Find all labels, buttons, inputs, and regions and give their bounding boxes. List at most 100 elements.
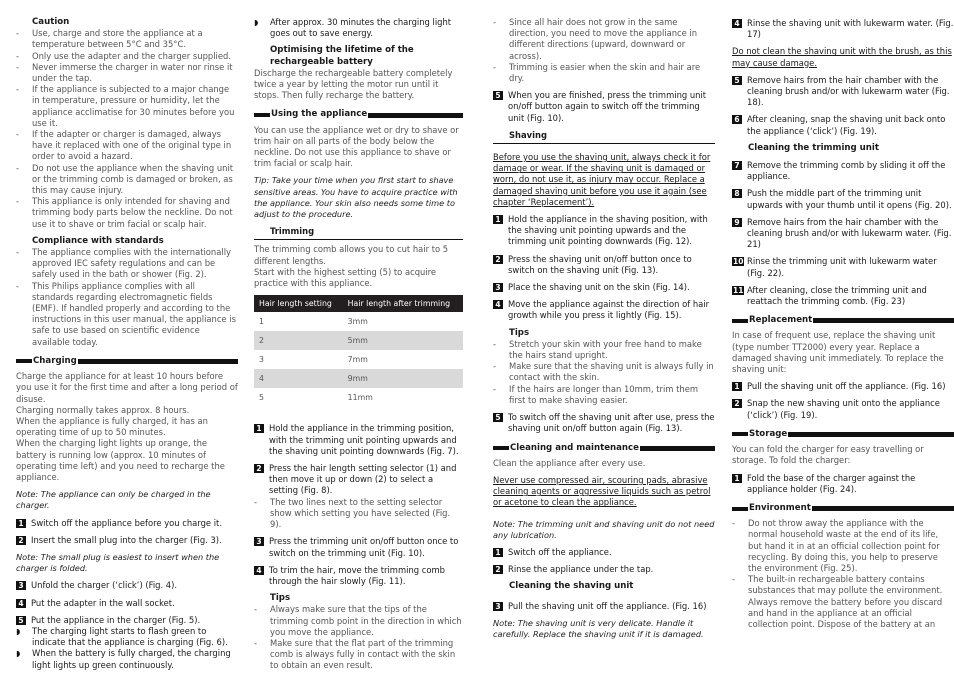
step-item: 1 Switch off the appliance before you cha… bbox=[16, 518, 238, 529]
step-number: 3 bbox=[254, 537, 264, 547]
result-item: When the battery is fully charged, the c… bbox=[16, 648, 238, 670]
result-item: The charging light starts to flash green… bbox=[16, 626, 238, 648]
caution-list: Use, charge and store the appliance at a… bbox=[16, 28, 238, 230]
step-text: Rinse the shaving unit with lukewarm wat… bbox=[747, 18, 954, 40]
step-item: 10 Rinse the trimming unit with lukewarm … bbox=[732, 256, 954, 278]
compliance-list: The appliance complies with the internat… bbox=[16, 247, 238, 348]
step-item: 5 Remove hairs from the hair chamber with… bbox=[732, 75, 954, 109]
environment-section-heading: Environment bbox=[732, 503, 954, 514]
heading-bar-left bbox=[16, 359, 32, 364]
step-number: 4 bbox=[16, 598, 26, 608]
delicate-note: Note: The shaving unit is very delicate.… bbox=[493, 617, 704, 639]
heading-bar-right bbox=[813, 318, 954, 324]
step-text: Pull the shaving unit off the appliance.… bbox=[747, 381, 946, 392]
brush-warning: Do not clean the shaving unit with the b… bbox=[732, 46, 952, 68]
storage-title: Storage bbox=[749, 428, 788, 439]
list-item: The two lines next to the setting select… bbox=[254, 497, 463, 531]
step-item: 3 Pull the shaving unit off the appliance… bbox=[493, 601, 715, 612]
step-item: 3 Unfold the charger (‘click’) (Fig. 4). bbox=[16, 580, 238, 591]
step-number: 7 bbox=[732, 161, 742, 171]
step-number: 4 bbox=[493, 300, 503, 310]
step-text: Press the shaving unit on/off button onc… bbox=[508, 253, 692, 275]
step-item: 2 Press the hair length setting selector … bbox=[254, 463, 463, 497]
step-item: 5 To switch off the shaving unit after us… bbox=[493, 412, 715, 434]
step-item: 6 After cleaning, snap the shaving unit b… bbox=[732, 114, 954, 136]
list-item: If the adapter or charger is damaged, al… bbox=[16, 129, 238, 163]
step-text: After cleaning, snap the shaving unit ba… bbox=[747, 114, 946, 136]
table-cell: 1 bbox=[259, 317, 264, 327]
step-text: Move the appliance against the direction… bbox=[508, 299, 710, 321]
list-item: Trimming is easier when the skin and hai… bbox=[493, 62, 715, 84]
step-text: After cleaning, close the trimming unit … bbox=[747, 284, 927, 307]
tips-heading: Tips bbox=[270, 593, 291, 604]
table-header: Hair length setting bbox=[254, 295, 343, 313]
step-item: 7 Remove the trimming comb by sliding it … bbox=[732, 160, 954, 182]
list-item: This Philips appliance complies with all… bbox=[16, 281, 238, 348]
charging-title: Charging bbox=[33, 355, 77, 366]
table-row: 5 11mm bbox=[254, 388, 463, 407]
table-cell: 3mm bbox=[347, 317, 368, 327]
step-item: 4 Rinse the shaving unit with lukewarm wa… bbox=[732, 18, 954, 40]
heading-bar-left bbox=[732, 318, 748, 323]
table-row: 1 3mm bbox=[254, 312, 463, 331]
step-text: Remove hairs from the hair chamber with … bbox=[747, 74, 950, 108]
heading-bar-left bbox=[254, 113, 270, 118]
list-item: Make sure that the shaving unit is alway… bbox=[493, 361, 715, 383]
clean-shaving-heading: Cleaning the shaving unit bbox=[509, 581, 634, 592]
replacement-title: Replacement bbox=[749, 315, 813, 326]
step-number: 5 bbox=[493, 91, 503, 101]
step-item: 1 Switch off the appliance. bbox=[493, 547, 715, 558]
environment-title: Environment bbox=[749, 502, 811, 513]
paragraph: When the appliance is fully charged, it … bbox=[16, 415, 208, 438]
heading-bar-right bbox=[368, 112, 463, 118]
table-cell: 7mm bbox=[347, 355, 368, 365]
heading-bar-left bbox=[493, 446, 509, 451]
step-number: 3 bbox=[493, 601, 503, 611]
tips-heading: Tips bbox=[509, 327, 530, 338]
tip-note: Tip: Take your time when you first start… bbox=[254, 175, 458, 220]
table-cell: 4 bbox=[254, 369, 343, 389]
step-text: Rinse the appliance under the tap. bbox=[508, 564, 654, 575]
step-item: 4 Put the adapter in the wall socket. bbox=[16, 598, 238, 609]
step-text: Put the adapter in the wall socket. bbox=[31, 597, 175, 608]
step-text: Fold the base of the charger against the… bbox=[747, 472, 916, 494]
list-item: The built-in rechargeable battery contai… bbox=[732, 574, 954, 630]
step-item: 1 Fold the base of the charger against th… bbox=[732, 473, 954, 495]
step-text: Press the hair length setting selector (… bbox=[269, 463, 457, 496]
optimise-heading: Optimising the lifetime of the rechargea… bbox=[270, 45, 414, 67]
paragraph: You can use the appliance wet or dry to … bbox=[254, 124, 459, 169]
paragraph: Charge the appliance for at least 10 hou… bbox=[16, 371, 238, 404]
charging-section-heading: Charging bbox=[16, 356, 238, 367]
step-item: 9 Remove hairs from the hair chamber with… bbox=[732, 217, 954, 251]
step-number: 1 bbox=[732, 473, 742, 483]
heading-bar-right bbox=[639, 445, 715, 451]
list-item: Stretch your skin with your free hand to… bbox=[493, 339, 715, 361]
clean-trimming-heading: Cleaning the trimming unit bbox=[748, 142, 879, 153]
step-item: 5 When you are finished, press the trimmi… bbox=[493, 90, 715, 124]
column-4: 4 Rinse the shaving unit with lukewarm wa… bbox=[732, 12, 954, 630]
heading-bar-right bbox=[788, 431, 954, 437]
list-item: The appliance complies with the internat… bbox=[16, 247, 238, 281]
column-1: Caution Use, charge and store the applia… bbox=[16, 17, 238, 671]
step-item: 3 Place the shaving unit on the skin (Fig… bbox=[493, 282, 715, 293]
step-text: To trim the hair, move the trimming comb… bbox=[269, 564, 445, 586]
heading-bar-right bbox=[811, 506, 954, 511]
step-item: 2 Rinse the appliance under the tap. bbox=[493, 564, 715, 575]
step-item: 4 To trim the hair, move the trimming com… bbox=[254, 565, 463, 587]
table-header-row: Hair length setting Hair length after tr… bbox=[254, 295, 463, 313]
step-text: When you are finished, press the trimmin… bbox=[508, 90, 707, 123]
table-header: Hair length after trimming bbox=[342, 295, 463, 313]
step-item: 2 Snap the new shaving unit onto the appl… bbox=[732, 398, 954, 420]
step-item: 8 Push the middle part of the trimming un… bbox=[732, 188, 954, 210]
charging-note: Note: The appliance can only be charged … bbox=[16, 489, 211, 511]
heading-bar-right bbox=[77, 358, 238, 364]
step-text: Unfold the charger (‘click’) (Fig. 4). bbox=[31, 580, 178, 591]
plug-note: Note: The small plug is easiest to inser… bbox=[16, 551, 220, 574]
lubrication-note: Note: The trimming unit and shaving unit… bbox=[493, 518, 715, 540]
paragraph: The trimming comb allows you to cut hair… bbox=[254, 244, 449, 266]
table-row: 2 5mm bbox=[254, 331, 463, 351]
list-item: Do not throw away the appliance with the… bbox=[732, 518, 954, 574]
step-number: 1 bbox=[254, 424, 264, 434]
table-cell: 9mm bbox=[342, 369, 463, 389]
shaving-heading: Shaving bbox=[493, 130, 715, 145]
